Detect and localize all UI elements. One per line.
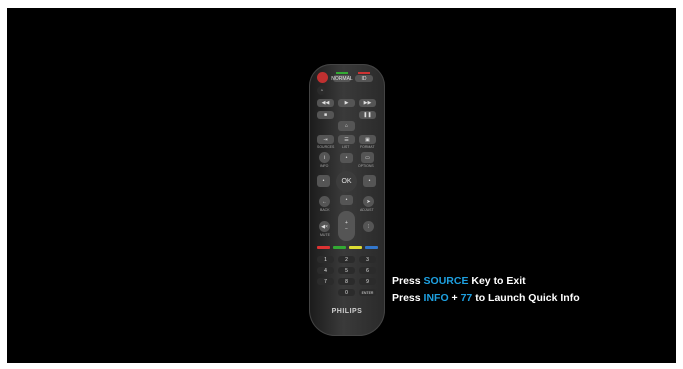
id-button[interactable]: ID [355, 75, 373, 82]
line1-post: Key to Exit [468, 275, 526, 287]
info-key-text: INFO [423, 292, 449, 304]
list-label: LIST [342, 145, 350, 149]
back-label: BACK [320, 208, 330, 212]
code-77-text: 77 [460, 292, 473, 304]
key-8[interactable]: 8 [338, 278, 355, 285]
info-label: INFO [320, 164, 329, 168]
adjust-label: ADJUST [360, 208, 374, 212]
key-3[interactable]: 3 [359, 256, 376, 263]
down-button[interactable]: • [340, 195, 353, 205]
options-button[interactable]: ▭ [361, 152, 374, 163]
normal-label: NORMAL [331, 75, 353, 82]
display-screen: NORMAL ID ◔ ◀◀ ▶ ▶▶ ■ ❚❚ ⌂ ⇥ ☰ ▣ SOURCES… [7, 8, 676, 363]
key-4[interactable]: 4 [317, 267, 334, 274]
key-1-label: 1 [324, 256, 327, 263]
key-3-label: 3 [366, 256, 369, 263]
enter-label: ENTER [361, 290, 374, 295]
home-button[interactable]: ⌂ [338, 121, 355, 131]
power-button[interactable] [317, 72, 328, 83]
key-2-label: 2 [345, 256, 348, 263]
left-button[interactable]: • [317, 175, 330, 187]
stop-button[interactable]: ■ [317, 111, 334, 119]
options-label: OPTIONS [358, 164, 374, 168]
play-button[interactable]: ▶ [338, 99, 355, 107]
source-key-text: SOURCE [423, 275, 469, 287]
volume-rocker[interactable]: + − [338, 211, 355, 241]
brand-logo: PHILIPS [331, 308, 363, 315]
key-6-label: 6 [366, 267, 369, 274]
fast-forward-button[interactable]: ▶▶ [359, 99, 376, 107]
quick-info-instruction: Press INFO + 77 to Launch Quick Info [392, 292, 580, 304]
key-1[interactable]: 1 [317, 256, 334, 263]
key-6[interactable]: 6 [359, 267, 376, 274]
exit-instruction: Press SOURCE Key to Exit [392, 275, 526, 287]
key-9[interactable]: 9 [359, 278, 376, 285]
enter-button[interactable]: ENTER [359, 289, 376, 296]
info-button[interactable]: i [319, 152, 330, 163]
remote-control: NORMAL ID ◔ ◀◀ ▶ ▶▶ ■ ❚❚ ⌂ ⇥ ☰ ▣ SOURCES… [309, 64, 385, 336]
green-indicator [336, 72, 348, 74]
up-button[interactable]: • [340, 153, 353, 163]
yellow-key[interactable] [349, 246, 362, 249]
right-button[interactable]: • [363, 175, 376, 187]
key-9-label: 9 [366, 278, 369, 285]
normal-button[interactable]: NORMAL [331, 75, 353, 82]
ok-label: OK [341, 178, 352, 185]
format-label: FORMAT [360, 145, 375, 149]
mute-button[interactable]: ◀× [319, 221, 330, 232]
red-indicator [358, 72, 370, 74]
key-0-label: 0 [345, 289, 348, 296]
sources-label: SOURCES [317, 145, 335, 149]
line1-pre: Press [392, 275, 424, 287]
back-button[interactable]: ← [319, 196, 330, 207]
line2-post: to Launch Quick Info [472, 292, 580, 304]
adjust-button[interactable]: ➤ [363, 196, 374, 207]
blue-key[interactable] [365, 246, 378, 249]
key-4-label: 4 [324, 267, 327, 274]
line2-mid: + [448, 292, 461, 304]
key-8-label: 8 [345, 278, 348, 285]
sources-button[interactable]: ⇥ [317, 135, 334, 144]
sleep-icon[interactable]: ◔ [317, 86, 326, 95]
format-button[interactable]: ▣ [359, 135, 376, 144]
key-2[interactable]: 2 [338, 256, 355, 263]
mute-label: MUTE [320, 233, 330, 237]
line2-pre: Press [392, 292, 424, 304]
key-7[interactable]: 7 [317, 278, 334, 285]
ok-button[interactable]: OK [336, 171, 357, 192]
pause-button[interactable]: ❚❚ [359, 111, 376, 119]
settings-button[interactable]: ⫶ [363, 221, 374, 232]
key-7-label: 7 [324, 278, 327, 285]
id-label: ID [361, 75, 367, 82]
key-5[interactable]: 5 [338, 267, 355, 274]
rewind-button[interactable]: ◀◀ [317, 99, 334, 107]
key-0[interactable]: 0 [338, 289, 355, 296]
red-key[interactable] [317, 246, 330, 249]
green-key[interactable] [333, 246, 346, 249]
key-5-label: 5 [345, 267, 348, 274]
list-button[interactable]: ☰ [338, 135, 355, 144]
